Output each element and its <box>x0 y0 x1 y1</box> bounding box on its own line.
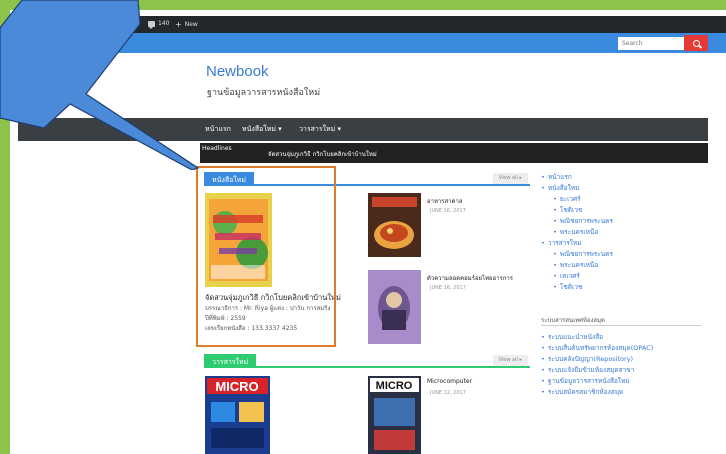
book-cover-portrait[interactable] <box>368 270 421 344</box>
service-link-repository[interactable]: • ระบบคลังปัญญา(Repository) <box>541 354 633 364</box>
site-title[interactable]: Newbook <box>206 63 269 80</box>
journal-cover-micro-2[interactable]: MICRO <box>368 376 421 454</box>
ticker-headline[interactable]: จัดสวนจุ่มภูเกวิธี กวิกโบยคลิกเข้าบ้านให… <box>268 149 377 159</box>
site-description: ฐานข้อมูลวารสารหนังสือใหม่ <box>207 87 321 97</box>
book-post-title[interactable]: ตัวความลอดคอมร์อยไทยอารการ <box>427 273 513 283</box>
service-link-recommend[interactable]: • ระบบแนะนำหนังสือ <box>541 332 603 342</box>
sidebar-item-journals-phanich[interactable]: • พณิชยการพระนคร <box>553 249 613 259</box>
sidebar-item-journals-chotiwet[interactable]: • โชติเวช <box>553 282 582 292</box>
journals-view-all-button[interactable]: View all ▸ <box>492 355 528 366</box>
journal-post-title[interactable]: Microcomputer <box>427 378 472 385</box>
svg-text:MICRO: MICRO <box>215 379 258 394</box>
sidebar-item-journals-north[interactable]: • พระนครเหนือ <box>553 260 598 270</box>
ticker-label: Headlines <box>202 145 232 152</box>
sidebar-item-books-chotiwet[interactable]: • โชติเวช <box>553 205 582 215</box>
nav-item-home[interactable]: หน้าแรก <box>205 124 231 135</box>
sidebar-item-books-thewet[interactable]: • ยะเวศร์ <box>553 194 581 204</box>
sidebar-item-new-books[interactable]: • หนังสือใหม่ <box>541 183 579 193</box>
nav-item-new-journals[interactable]: วารสารใหม่ ▾ <box>299 124 341 135</box>
journals-section-header: วารสารใหม่ View all ▸ <box>204 354 530 368</box>
nav-item-new-books[interactable]: หนังสือใหม่ ▾ <box>242 124 282 135</box>
service-link-newbook-db[interactable]: • ฐานข้อมูลวารสารหนังสือใหม่ <box>541 376 630 386</box>
svg-text:MICRO: MICRO <box>376 380 413 392</box>
journal-post-date: JUNE 12, 2017 <box>430 390 466 396</box>
search-input[interactable] <box>618 37 684 50</box>
sidebar-item-journals-thewet[interactable]: • เทเวศร์ <box>553 271 580 281</box>
sidebar-item-home[interactable]: • หน้าแรก <box>541 172 572 182</box>
books-view-all-button[interactable]: View all ▸ <box>492 173 528 184</box>
book-cover-food[interactable] <box>368 193 421 257</box>
journal-cover-micro-1[interactable]: MICRO <box>205 376 270 454</box>
service-link-opac[interactable]: • ระบบสืบค้นทรัพยากรห้องสมุด(OPAC) <box>541 343 653 353</box>
book-post-title[interactable]: อาหารสาดาล <box>427 196 463 206</box>
services-divider <box>541 325 701 326</box>
services-heading: ระบบสารสนเทศห้องสมุด <box>541 317 605 324</box>
sidebar-item-books-north[interactable]: • พระนครเหนือ <box>553 227 598 237</box>
search-icon <box>692 39 700 47</box>
featured-book-highlight <box>196 166 336 347</box>
sidebar-item-new-journals[interactable]: • วารสารใหม่ <box>541 238 582 248</box>
search-button[interactable] <box>684 35 708 51</box>
callout-arrow-overlay <box>0 0 200 170</box>
service-link-interlibrary[interactable]: • ระบบแจ้งยืมข้ามห้องสมุดสาขา <box>541 365 634 375</box>
headline-ticker: Headlines จัดสวนจุ่มภูเกวิธี กวิกโบยคลิก… <box>200 143 708 163</box>
service-link-membership[interactable]: • ระบบสมัครสมาชิกห้องสมุด <box>541 387 623 397</box>
journals-section-tag[interactable]: วารสารใหม่ <box>204 354 257 368</box>
book-post-date: JUNE 16, 2017 <box>430 285 466 291</box>
sidebar-item-books-phanich[interactable]: • พณิชยการพระนคร <box>553 216 613 226</box>
book-post-date: JUNE 16, 2017 <box>430 208 466 214</box>
